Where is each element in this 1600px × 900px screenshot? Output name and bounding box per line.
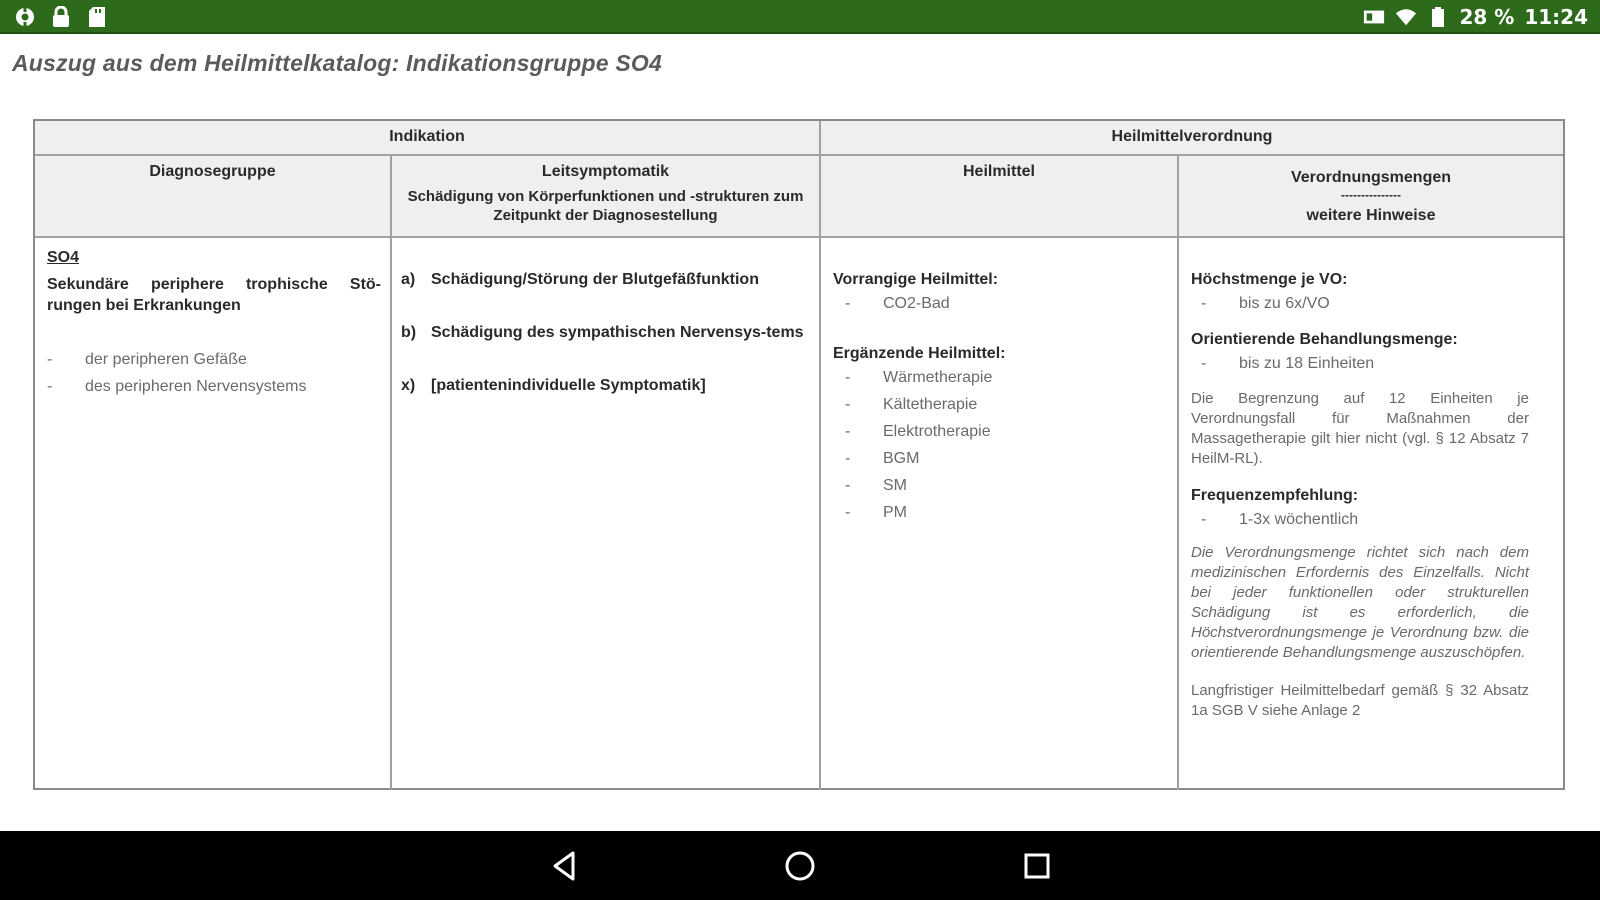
orientierend-title: Orientierende Behandlungsmenge: xyxy=(1191,331,1458,348)
wifi-icon xyxy=(1395,6,1417,28)
page-title: Auszug aus dem Heilmittelkatalog: Indika… xyxy=(12,50,662,76)
diagnose-cell: SO4 Sekundäre periphere trophische Stö-r… xyxy=(47,247,381,400)
list-item: x) [patientenindividuelle Symptomatik] xyxy=(401,377,706,394)
list-item: - PM xyxy=(845,504,907,521)
list-item: - bis zu 6x/VO xyxy=(1201,295,1330,312)
diagnose-title: Sekundäre periphere trophische Stö-runge… xyxy=(47,276,381,314)
frequenz-title: Frequenzempfehlung: xyxy=(1191,487,1359,504)
header-diagnosegruppe: Diagnosegruppe xyxy=(149,163,276,180)
hoechstmenge-title: Höchstmenge je VO: xyxy=(1191,271,1348,288)
divider xyxy=(35,236,1563,238)
sim-icon xyxy=(1363,6,1385,28)
list-item: - der peripheren Gefäße xyxy=(47,351,247,368)
header-verordnungsmengen-cell: Verordnungsmengen --------------- weiter… xyxy=(1179,169,1563,225)
home-icon[interactable] xyxy=(780,846,820,886)
header-indikation: Indikation xyxy=(389,128,465,145)
divider xyxy=(1177,154,1179,790)
header-heilmittel: Heilmittel xyxy=(962,163,1035,180)
begrenzung-text: Die Begrenzung auf 12 Einheiten je Veror… xyxy=(1191,390,1529,467)
diagnose-code: SO4 xyxy=(47,249,80,266)
list-item: - BGM xyxy=(845,450,920,467)
settings-icon xyxy=(14,6,36,28)
header-verordnungsmengen: Verordnungsmengen xyxy=(1290,169,1452,186)
header-leitsymptomatik: Leitsymptomatik xyxy=(541,163,670,180)
hinweis-text: Die Verordnungsmenge richtet sich nach d… xyxy=(1191,544,1529,661)
lock-icon xyxy=(50,6,72,28)
header-weitere-hinweise: weitere Hinweise xyxy=(1306,207,1436,224)
recents-icon[interactable] xyxy=(1017,846,1057,886)
navigation-bar xyxy=(0,831,1600,900)
list-item: - SM xyxy=(845,477,907,494)
battery-icon xyxy=(1427,6,1449,28)
status-bar: 28 % 11:24 xyxy=(0,0,1600,34)
list-item: - Elektrotherapie xyxy=(845,423,991,440)
clock: 11:24 xyxy=(1524,5,1588,29)
header-leitsymptomatik-cell: Leitsymptomatik Schädigung von Körperfun… xyxy=(392,163,819,225)
list-item: - bis zu 18 Einheiten xyxy=(1201,355,1375,372)
list-item: - des peripheren Nervensystems xyxy=(47,378,307,395)
back-icon[interactable] xyxy=(545,846,585,886)
heilmittel-cell: Vorrangige Heilmittel: - CO2-Bad Ergänzen… xyxy=(833,269,1173,526)
leitsymptomatik-cell: a) Schädigung/Störung der Blutgefäßfunkt… xyxy=(401,269,811,396)
heilmittel-table[interactable]: Indikation Heilmittelverordnung Diagnose… xyxy=(33,119,1565,790)
divider xyxy=(390,154,392,790)
list-item: - Wärmetherapie xyxy=(845,369,993,386)
battery-level: 28 % xyxy=(1459,5,1515,29)
header-separator: --------------- xyxy=(1341,188,1401,202)
list-item: -1-3x wöchentlich xyxy=(1201,511,1359,528)
verordnung-cell: Höchstmenge je VO: - bis zu 6x/VO Orienti… xyxy=(1191,269,1529,721)
divider xyxy=(35,154,1563,156)
header-heilmittelverordnung: Heilmittelverordnung xyxy=(1111,128,1273,145)
sd-card-icon xyxy=(86,6,108,28)
divider xyxy=(819,121,821,790)
header-leitsymptomatik-sub: Schädigung von Körperfunktionen und -str… xyxy=(407,188,804,224)
list-item: - CO2-Bad xyxy=(845,295,950,312)
list-item: - Kältetherapie xyxy=(845,396,978,413)
list-item: a) Schädigung/Störung der Blutgefäßfunkt… xyxy=(401,271,759,288)
vorrangige-heilmittel-title: Vorrangige Heilmittel: xyxy=(833,271,999,288)
langfristig-text: Langfristiger Heilmittelbedarf gemäß § 3… xyxy=(1191,682,1529,719)
list-item: b) Schädigung des sympathischen Nervensy… xyxy=(401,324,804,341)
ergaenzende-heilmittel-title: Ergänzende Heilmittel: xyxy=(833,345,1006,362)
